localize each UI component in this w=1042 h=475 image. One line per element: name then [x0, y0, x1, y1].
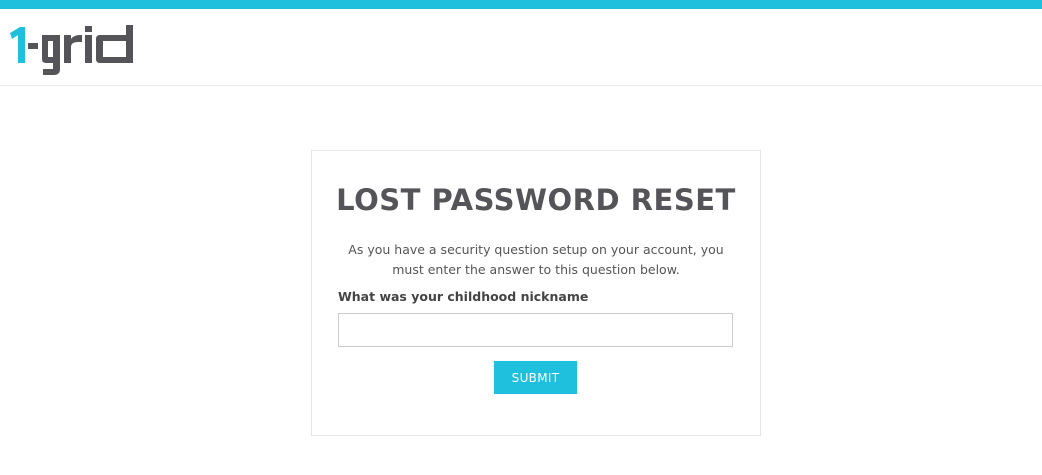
security-question-label: What was your childhood nickname — [338, 289, 589, 304]
instructions-text: As you have a security question setup on… — [348, 242, 724, 277]
submit-button[interactable]: SUBMIT — [494, 361, 577, 394]
logo-1-grid — [10, 25, 133, 75]
page-title: LOST PASSWORD RESET — [336, 183, 736, 217]
security-answer-input[interactable] — [338, 313, 733, 347]
header — [0, 9, 1042, 86]
password-reset-card: LOST PASSWORD RESET As you have a securi… — [311, 150, 761, 436]
logo[interactable] — [8, 25, 138, 81]
top-accent-bar — [0, 0, 1042, 9]
